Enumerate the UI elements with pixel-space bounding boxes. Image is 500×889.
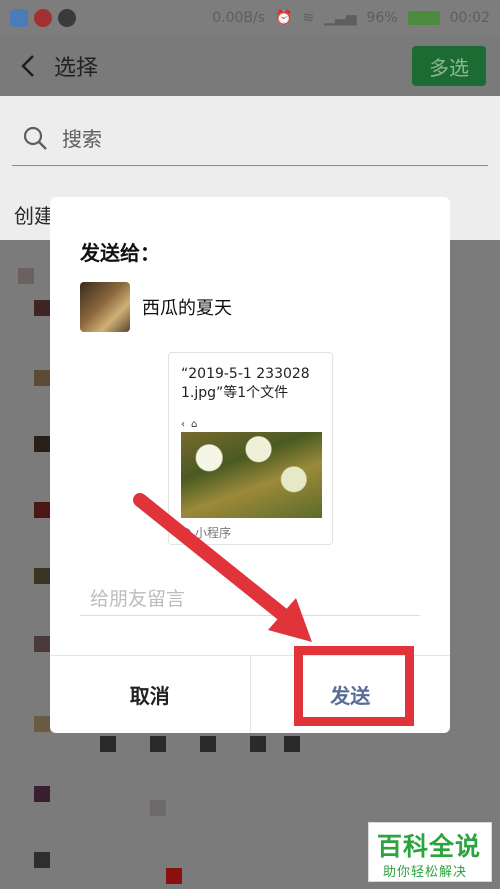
share-card-toolbar: ‹ ⌂ (181, 419, 197, 430)
back-arrow-icon[interactable] (14, 52, 42, 80)
create-section-label: 创建 (14, 204, 54, 228)
alarm-icon: ⏰ (275, 10, 293, 26)
music-app-icon (34, 9, 52, 27)
search-bar[interactable]: 搜索 (12, 110, 488, 166)
recipient-avatar (80, 282, 130, 332)
multi-select-button[interactable]: 多选 (412, 46, 486, 86)
watermark-title: 百科全说 (377, 832, 482, 861)
net-speed: 0.00B/s (212, 10, 266, 26)
message-placeholder: 给朋友留言 (90, 588, 186, 610)
recipient-row: 西瓜的夏天 (80, 282, 232, 332)
mini-back-icon: ‹ (181, 419, 185, 430)
message-input[interactable]: 给朋友留言 (80, 580, 420, 616)
status-bar: 0.00B/s ⏰ ≋ ▁▃▅ 96% 00:02 (0, 0, 500, 36)
cancel-button[interactable]: 取消 (50, 656, 251, 733)
search-icon (23, 126, 47, 150)
signal-icon: ▁▃▅ (324, 10, 357, 26)
qq-app-icon (58, 9, 76, 27)
share-card-footer: 小程序 (181, 524, 231, 541)
dialog-heading: 发送给： (80, 241, 160, 265)
status-indicators: 0.00B/s ⏰ ≋ ▁▃▅ 96% 00:02 (212, 10, 490, 26)
wifi-icon: ≋ (302, 10, 315, 26)
battery-icon (407, 11, 440, 25)
mini-program-icon (181, 527, 191, 538)
mini-program-label: 小程序 (195, 526, 232, 540)
share-card-preview: “2019-5-1 233028 1.jpg”等1个文件 ‹ ⌂ 小程序 (168, 352, 333, 545)
recipient-name: 西瓜的夏天 (142, 298, 232, 319)
watermark-logo: 百科全说 助你轻松解决 (368, 822, 492, 882)
watermark-subtitle: 助你轻松解决 (383, 865, 468, 880)
annotation-highlight-box (294, 646, 414, 726)
page-title: 选择 (54, 56, 99, 81)
search-placeholder: 搜索 (62, 127, 102, 151)
share-card-image (181, 432, 322, 518)
nav-bar: 选择 多选 (0, 36, 500, 96)
shield-app-icon (10, 9, 28, 27)
notification-icons (10, 9, 76, 27)
mini-home-icon: ⌂ (191, 419, 198, 430)
battery-percent: 96% (366, 10, 398, 26)
share-card-title: “2019-5-1 233028 1.jpg”等1个文件 (181, 366, 310, 401)
clock: 00:02 (449, 10, 490, 26)
